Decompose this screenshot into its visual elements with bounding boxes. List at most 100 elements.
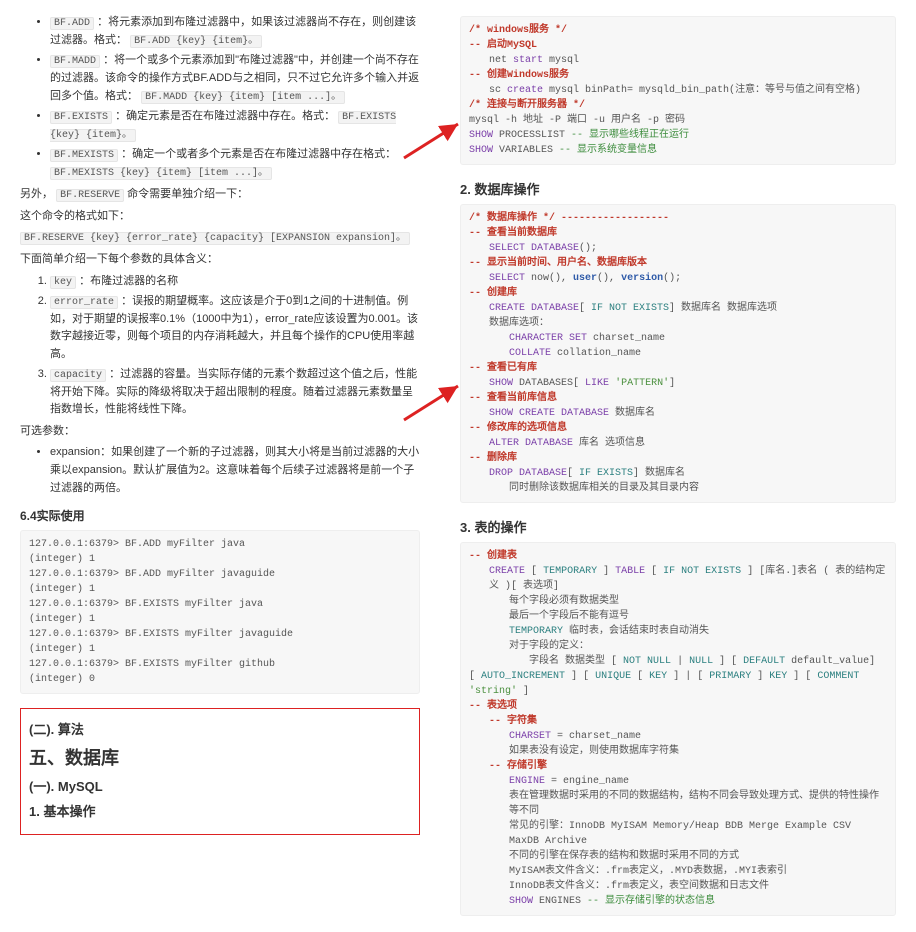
right-column: /* windows服务 */ -- 启动MySQL net start mys… [460,10,896,922]
t: version [621,273,663,284]
t: -- [469,258,487,269]
reserve-format-label: 这个命令的格式如下： [20,208,420,226]
t: (); [579,243,597,254]
t: ] [523,686,529,697]
bf-cmd-tail: BF.MADD {key} {item} [item ...]。 [141,91,345,104]
bf-cmd-code: BF.MADD [50,55,100,68]
t: 存储引擎 [507,761,547,772]
t: 临时表，会话结束时表自动消失 [563,626,709,637]
t: default_value] [791,656,875,667]
heading-db-ops: 2. 数据库操作 [460,179,896,198]
t: UNIQUE [595,671,631,682]
t: CREATE [489,566,525,577]
t: TEMPORARY [543,566,597,577]
sql-block-table: -- 创建表 CREATE [ TEMPORARY ] TABLE [ IF N… [460,542,896,916]
bf-cmd-code: BF.ADD [50,17,94,30]
text: 另外， [20,188,53,200]
bf-exists-item: BF.EXISTS ：确定元素是否在布隆过滤器中存在。格式： BF.EXISTS… [50,108,420,144]
t: 常见的引擎：InnoDB MyISAM Memory/Heap BDB Merg… [509,821,851,847]
t: [ [469,671,475,682]
t: -- [469,701,487,712]
t: mysql binPath= mysqld_bin_path(注意：等号与值之间… [543,85,861,96]
t: 每个字段必须有数据类型 [509,596,619,607]
t: -- [469,40,487,51]
t: LIKE [585,378,609,389]
t: now(), [525,273,573,284]
t: 库名 选项信息 [573,438,645,449]
t: SHOW CREATE DATABASE [489,408,609,419]
heading-basic-ops: 1. 基本操作 [29,801,411,820]
t: InnoDB表文件含义：.frm表定义，表空间数据和日志文件 [509,881,769,892]
t: ENGINES [533,896,587,907]
t: MyISAM表文件含义：.frm表定义，.MYD表数据，.MYI表索引 [509,866,787,877]
param-name: error_rate [50,296,118,309]
param-desc: ：过滤器的容量。当实际存储的元素个数超过这个值之后，性能将开始下降。实际的降级将… [50,368,417,416]
bf-command-list: BF.ADD ：将元素添加到布隆过滤器中，如果该过滤器尚不存在，则创建该过滤器。… [20,14,420,182]
t: 创建表 [487,551,517,562]
t: PROCESSLIST [493,130,571,141]
t: 删除库 [487,453,517,464]
bf-cmd-code: BF.EXISTS [50,111,112,124]
t: 同时删除该数据库相关的目录及其目录内容 [509,483,699,494]
optional-expansion: expansion：如果创建了一个新的子过滤器，则其大小将是当前过滤器的大小乘以… [50,444,420,497]
t: charset_name [587,333,665,344]
t: ] [ [719,656,737,667]
t: [ [651,566,663,577]
heading-table-ops: 3. 表的操作 [460,517,896,536]
t: NULL [689,656,713,667]
t: PRIMARY [709,671,751,682]
t: 字符集 [507,716,537,727]
left-column: BF.ADD ：将元素添加到布隆过滤器中，如果该过滤器尚不存在，则创建该过滤器。… [20,10,420,922]
t: 修改库的选项信息 [487,423,567,434]
t: ALTER DATABASE [489,438,573,449]
t: 不同的引擎在保存表的结构和数据时采用不同的方式 [509,851,739,862]
t: -- 显示系统变量信息 [559,145,657,156]
reserve-intro: 另外， BF.RESERVE 命令需要单独介绍一下： [20,186,420,204]
reserve-format-code: BF.RESERVE {key} {error_rate} {capacity}… [20,232,410,245]
t: SHOW [469,145,493,156]
t: IF NOT EXISTS [663,566,741,577]
t: -- [469,393,487,404]
heading-mysql: (一). MySQL [29,776,411,795]
t: ] [ [793,671,811,682]
t: collation_name [551,348,641,359]
t: user [573,273,597,284]
t: DROP DATABASE [489,468,567,479]
param-name: capacity [50,369,106,382]
t: SELECT [489,273,525,284]
t: ] [603,566,615,577]
t: -- 显示存储引擎的状态信息 [587,896,715,907]
bf-cmd-desc: ：确定元素是否在布隆过滤器中存在。格式： [115,110,335,122]
t: NOT NULL [623,656,671,667]
t: [ [579,303,591,314]
t: 数据库选项： [489,318,549,329]
t: -- [489,761,507,772]
t: 字段名 数据类型 [ [529,656,617,667]
t: = charset_name [551,731,641,742]
t: SHOW [509,896,533,907]
t: [ [531,566,537,577]
t: | [677,656,689,667]
heading-algorithm: (二). 算法 [29,719,411,738]
t: 'string' [469,686,517,697]
t: 最后一个字段后不能有逗号 [509,611,629,622]
t: mysql -h 地址 -P 端口 -u 用户名 -p 密码 [469,115,685,126]
console-output: 127.0.0.1:6379> BF.ADD myFilter java (in… [20,530,420,694]
heading-database: 五、数据库 [29,744,411,770]
t: CREATE DATABASE [489,303,579,314]
heading-6-4: 6.4实际使用 [20,507,420,524]
bf-madd-item: BF.MADD ：将一个或多个元素添加到"布隆过滤器"中，并创建一个尚不存在的过… [50,52,420,106]
t: VARIABLES [493,145,559,156]
t: KEY [649,671,667,682]
t: ] [757,671,769,682]
t: TABLE [615,566,645,577]
t: [ [567,468,579,479]
t: 创建库 [487,288,517,299]
t: (); [663,273,681,284]
t: -- [469,453,487,464]
t: (), [597,273,621,284]
bf-cmd-code: BF.MEXISTS [50,149,118,162]
t: TEMPORARY [509,626,563,637]
param-capacity: capacity ：过滤器的容量。当实际存储的元素个数超过这个值之后，性能将开始… [50,366,420,419]
t: -- [469,363,487,374]
